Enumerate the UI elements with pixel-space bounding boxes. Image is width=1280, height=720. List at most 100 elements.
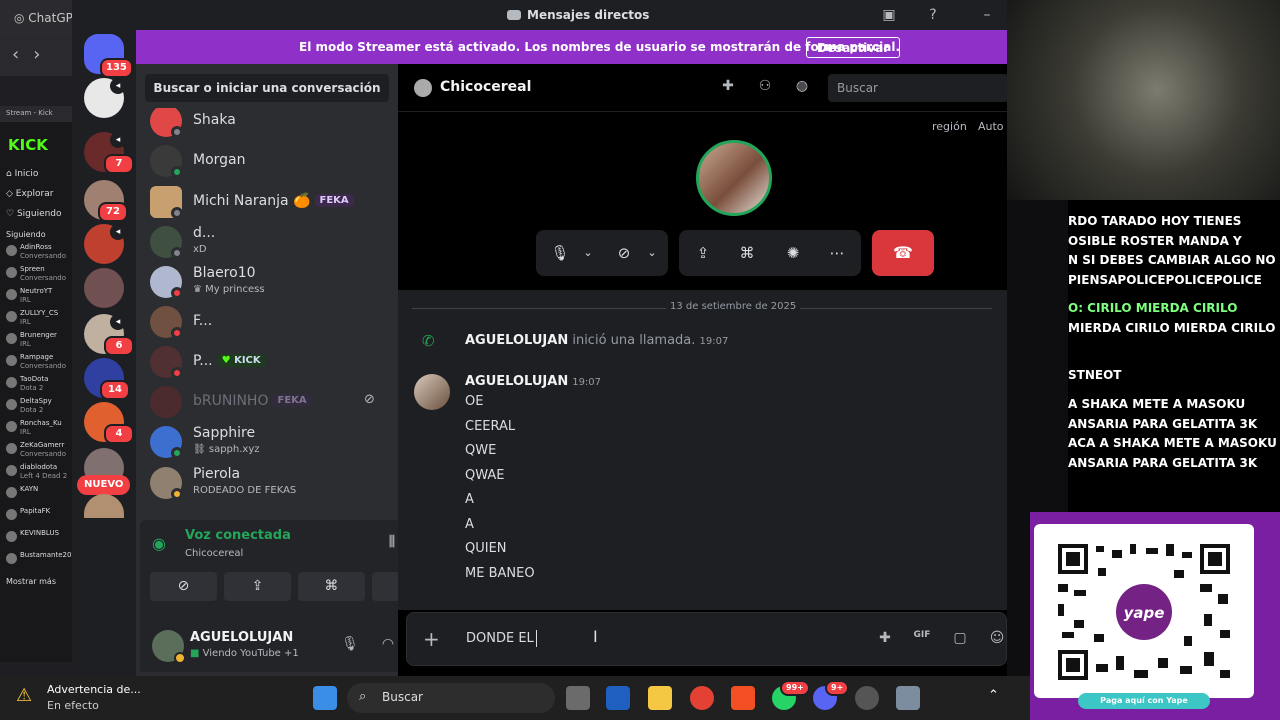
kick-channel[interactable]: PapitaFK (0, 505, 72, 527)
kick-channel[interactable]: Bustamante2024 (0, 549, 72, 571)
kick-channel[interactable]: NeutroYT IRL (0, 285, 72, 307)
browser-tab[interactable]: ◎ ChatGPT (0, 0, 72, 36)
server-6[interactable]: 14 (84, 358, 130, 400)
task-view-icon[interactable] (566, 686, 590, 710)
chrome-icon[interactable] (690, 686, 714, 710)
feka-tag: FEKA (272, 394, 312, 407)
forward-icon[interactable]: › (33, 44, 54, 65)
dm-item-p[interactable]: P... ♥ KICK (144, 342, 382, 382)
dm-item-f[interactable]: F... (144, 302, 382, 342)
dm-item-bruninho[interactable]: bRUNINHO FEKA ⊘ (144, 382, 382, 422)
kick-channel[interactable]: KEVINBLUS (0, 527, 72, 549)
dm-item-michi-naranja[interactable]: Michi Naranja 🍊 FEKA (144, 182, 382, 222)
add-friend-icon[interactable]: ⚇ (755, 78, 775, 98)
brave-icon[interactable] (731, 686, 755, 710)
kick-channel[interactable]: Brunenger IRL (0, 329, 72, 351)
profile-icon[interactable]: ◍ (792, 78, 812, 98)
obs-icon[interactable] (855, 686, 879, 710)
camera-off-icon[interactable]: ⊘ (614, 243, 634, 263)
server-4[interactable] (84, 268, 124, 308)
pin-icon[interactable]: ✚ (718, 78, 738, 98)
camera-off-button[interactable]: ⊘ (150, 572, 217, 601)
show-more[interactable]: Mostrar más (0, 571, 72, 588)
message-avatar[interactable] (414, 374, 450, 410)
screen-share-button[interactable]: ⇪ (224, 572, 291, 601)
weather-widget-title[interactable]: Advertencia de... (47, 683, 141, 696)
discord-taskbar-icon[interactable]: 9+ (813, 680, 850, 710)
kick-nav-siguiendo[interactable]: ♡ Siguiendo (0, 204, 72, 224)
gif-icon[interactable]: GIF (912, 630, 932, 650)
feka-tag: FEKA (314, 194, 354, 207)
dm-item-pierola[interactable]: Pierola RODEADO DE FEKAS (144, 463, 382, 503)
deactivate-button[interactable]: Desactivar (806, 37, 901, 58)
add-attachment-icon[interactable]: + (423, 627, 440, 651)
word-icon[interactable] (606, 686, 630, 710)
dm-search-button[interactable]: Buscar o iniciar una conversación (145, 74, 389, 102)
kick-channel[interactable]: Spreen Conversando (0, 263, 72, 285)
dm-item-d[interactable]: d... xD (144, 222, 382, 262)
headphones-icon[interactable]: ◠ (378, 636, 398, 656)
dm-name: d... (193, 225, 216, 241)
kick-channel[interactable]: TaoDota Dota 2 (0, 373, 72, 395)
help-icon[interactable]: ? (924, 6, 942, 24)
kick-channel[interactable]: Ronchas_Ku IRL (0, 417, 72, 439)
kick-channel[interactable]: ZeKaGamerr Conversando (0, 439, 72, 461)
kick-tab[interactable]: Stream - Kick (0, 106, 72, 122)
microphone-icon[interactable]: 🎙 (550, 243, 570, 263)
call-auto[interactable]: Auto (978, 120, 1004, 133)
activity-button[interactable]: ⌘ (298, 572, 365, 601)
voice-channel[interactable]: Chicocereal (185, 548, 243, 559)
server-2[interactable]: 72 (84, 180, 128, 222)
microphone-icon[interactable]: 🎙 (340, 636, 360, 656)
gamepad-icon[interactable]: ⌘ (737, 243, 757, 263)
dm-item-blaero10[interactable]: Blaero10 ♛ My princess (144, 262, 382, 302)
system-author[interactable]: AGUELOLUJAN (465, 333, 568, 348)
kick-channel[interactable]: diablodota Left 4 Dead 2 (0, 461, 72, 483)
dm-item-morgan[interactable]: Morgan (144, 141, 382, 181)
message-author[interactable]: AGUELOLUJAN 19:07 (465, 374, 601, 389)
chevron-down-icon[interactable]: ⌄ (578, 243, 598, 263)
taskbar-search[interactable]: ⌕ Buscar (347, 683, 555, 713)
kick-channel[interactable]: DeltaSpy Dota 2 (0, 395, 72, 417)
kick-nav-inicio[interactable]: ⌂ Inicio (0, 164, 72, 184)
gift-icon[interactable]: ✚ (875, 630, 895, 650)
file-explorer-icon[interactable] (648, 686, 672, 710)
inbox-icon[interactable]: ▣ (880, 6, 898, 24)
chevron-up-icon[interactable]: ⌃ (988, 688, 999, 703)
dm-item-shaka[interactable]: Shaka (144, 108, 382, 141)
more-icon[interactable]: ⋯ (827, 243, 847, 263)
kick-channel[interactable]: ZULLYY_CS IRL (0, 307, 72, 329)
screen-share-icon[interactable]: ⇪ (693, 243, 713, 263)
server-active-voice[interactable]: ◂ (84, 78, 126, 118)
server-3[interactable]: ◂ (84, 224, 126, 264)
server-7[interactable]: 4 (84, 402, 134, 444)
server-5[interactable]: ◂ 6 (84, 314, 134, 356)
kick-channel[interactable]: KAYN (0, 483, 72, 505)
call-region[interactable]: región (932, 120, 967, 133)
call-participant-avatar[interactable] (696, 140, 772, 216)
whatsapp-icon[interactable]: 99+ (772, 680, 810, 710)
message-composer[interactable]: + DONDE EL I ✚ GIF ▢ ☺ (406, 612, 1007, 666)
soundboard-icon[interactable]: ✺ (783, 243, 803, 263)
kick-channel-name: AdinRoss (20, 243, 52, 251)
weather-widget-sub: En efecto (47, 699, 99, 712)
server-1[interactable]: ◂ 7 (84, 132, 134, 174)
kick-channel[interactable]: Rampage Conversando (0, 351, 72, 373)
server-9[interactable] (84, 494, 124, 518)
dm-item-sapphire[interactable]: Sapphire ⛓ sapph.xyz (144, 422, 382, 462)
calculator-icon[interactable] (896, 686, 920, 710)
kick-channel-name: diablodota (20, 463, 58, 471)
kick-channel[interactable]: AdinRoss Conversando (0, 241, 72, 263)
sticker-icon[interactable]: ▢ (950, 630, 970, 650)
back-icon[interactable]: ‹ (12, 44, 33, 65)
chevron-down-icon[interactable]: ⌄ (642, 243, 662, 263)
emoji-icon[interactable]: ☺ (987, 630, 1007, 650)
kick-nav-explorar[interactable]: ◇ Explorar (0, 184, 72, 204)
hang-up-button[interactable]: ☎ (872, 230, 934, 276)
home-button[interactable]: 135 (84, 34, 133, 78)
search-input[interactable]: Buscar (828, 74, 1008, 102)
home-icon: ⌂ (6, 169, 15, 179)
message-input[interactable]: DONDE EL (466, 631, 534, 646)
windows-start-icon[interactable] (313, 686, 337, 710)
minimize-icon[interactable]: – (978, 6, 996, 24)
